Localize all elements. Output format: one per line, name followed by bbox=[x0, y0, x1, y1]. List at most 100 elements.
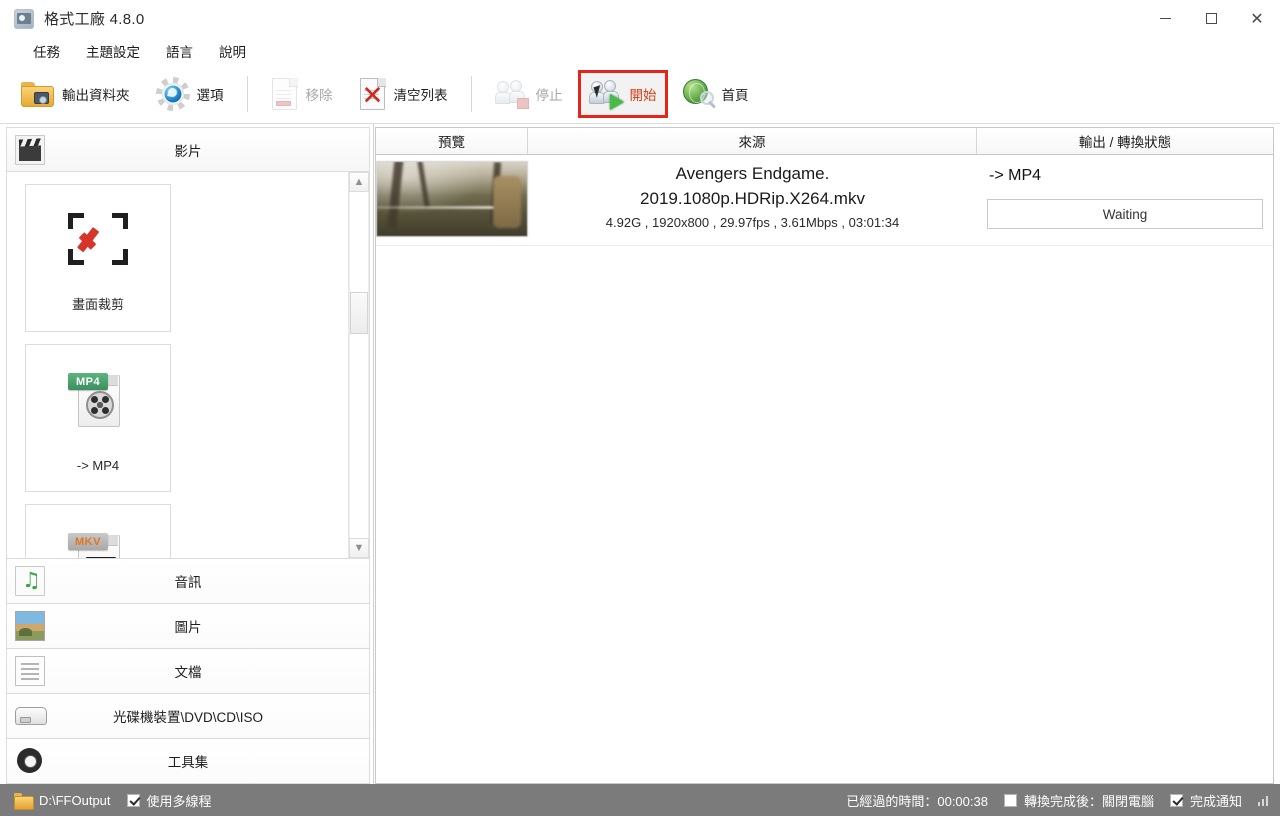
start-button[interactable]: 開始 bbox=[577, 69, 668, 118]
disc-drive-icon bbox=[15, 701, 47, 731]
sidebar-scrollbar[interactable]: ▲ ▼ bbox=[348, 172, 369, 558]
shutdown-checkbox-box[interactable] bbox=[1003, 793, 1017, 807]
output-path-label[interactable]: D:\FFOutput bbox=[39, 793, 111, 808]
sidebar-item-toolbox[interactable]: 工具集 bbox=[6, 739, 370, 784]
video-thumbnail bbox=[376, 161, 528, 237]
source-title-line2: 2019.1080p.HDRip.X264.mkv bbox=[640, 189, 865, 208]
elapsed-time-label: 已經過的時間：00:00:38 bbox=[846, 793, 988, 809]
output-folder-status-icon[interactable] bbox=[14, 792, 34, 810]
multithread-label: 使用多線程 bbox=[146, 793, 212, 809]
remove-file-icon bbox=[271, 77, 299, 110]
shutdown-checkbox[interactable]: 轉換完成後：關閉電腦 bbox=[1003, 791, 1154, 810]
task-list-body: Avengers Endgame. 2019.1080p.HDRip.X264.… bbox=[375, 155, 1274, 784]
menu-item-task[interactable]: 任務 bbox=[24, 38, 69, 64]
mkv-file-icon: MKV bbox=[66, 527, 130, 558]
toolbar-separator-2 bbox=[470, 75, 472, 112]
status-bar-right: 已經過的時間：00:00:38 轉換完成後：關閉電腦 完成通知 bbox=[846, 791, 1272, 810]
audio-icon bbox=[15, 566, 45, 596]
sidebar-item-toolbox-label: 工具集 bbox=[167, 755, 209, 770]
window-title: 格式工廠 4.8.0 bbox=[44, 11, 145, 28]
signal-bars-icon bbox=[1258, 794, 1268, 806]
status-bar: D:\FFOutput 使用多線程 已經過的時間：00:00:38 轉換完成後：… bbox=[0, 784, 1280, 816]
sidebar-item-disc[interactable]: 光碟機裝置\DVD\CD\ISO bbox=[6, 694, 370, 739]
clapperboard-icon bbox=[15, 134, 45, 165]
preset-mp4[interactable]: MP4 -> MP4 bbox=[25, 344, 171, 492]
scroll-down-arrow-icon[interactable]: ▼ bbox=[349, 538, 369, 558]
clear-list-button[interactable]: ✕ 清空列表 bbox=[348, 71, 459, 117]
remove-button[interactable]: 移除 bbox=[260, 71, 344, 117]
scroll-thumb[interactable] bbox=[350, 292, 368, 334]
close-button[interactable]: ✕ bbox=[1234, 0, 1280, 37]
preset-mkv[interactable]: MKV -> MKV bbox=[25, 504, 171, 558]
mp4-file-icon: MP4 bbox=[66, 367, 130, 433]
main-body: 影片 畫面裁剪 MP4 -> MP4 MKV ▲ ▼ ♫ 音訊 圖片 文檔 光碟… bbox=[0, 124, 1280, 784]
output-folder-button[interactable]: 輸出資料夾 bbox=[10, 71, 141, 117]
row-source-cell: Avengers Endgame. 2019.1080p.HDRip.X264.… bbox=[528, 161, 977, 230]
column-header-preview[interactable]: 預覽 bbox=[376, 128, 528, 154]
menu-item-language[interactable]: 語言 bbox=[157, 38, 202, 64]
stop-button[interactable]: 停止 bbox=[484, 71, 574, 117]
options-gear-icon bbox=[155, 76, 190, 111]
multithread-checkbox[interactable]: 使用多線程 bbox=[126, 791, 212, 810]
menu-item-help[interactable]: 說明 bbox=[210, 38, 255, 64]
multithread-checkbox-box[interactable] bbox=[126, 793, 140, 807]
output-folder-label: 輸出資料夾 bbox=[62, 87, 130, 103]
table-row[interactable]: Avengers Endgame. 2019.1080p.HDRip.X264.… bbox=[376, 155, 1273, 246]
sidebar-item-picture-label: 圖片 bbox=[174, 620, 202, 635]
column-header-source[interactable]: 來源 bbox=[528, 128, 977, 154]
options-button[interactable]: 選項 bbox=[145, 71, 235, 117]
minimize-button[interactable] bbox=[1142, 0, 1188, 37]
sidebar-item-disc-label: 光碟機裝置\DVD\CD\ISO bbox=[112, 710, 263, 725]
toolbar-separator-1 bbox=[246, 75, 248, 112]
format-factory-window: 格式工廠 4.8.0 ✕ 任務 主題設定 語言 說明 輸出資料夾 選項 移除 ✕… bbox=[0, 0, 1280, 816]
notify-checkbox[interactable]: 完成通知 bbox=[1169, 791, 1242, 810]
preset-mp4-label: -> MP4 bbox=[76, 458, 120, 473]
options-label: 選項 bbox=[196, 87, 224, 103]
maximize-button[interactable] bbox=[1188, 0, 1234, 37]
output-folder-icon bbox=[21, 80, 55, 108]
sidebar-item-audio-label: 音訊 bbox=[174, 575, 202, 590]
sidebar-header-video[interactable]: 影片 bbox=[6, 127, 370, 172]
preset-crop[interactable]: 畫面裁剪 bbox=[25, 184, 171, 332]
scroll-track[interactable] bbox=[349, 192, 369, 538]
row-output-cell: -> MP4 Waiting bbox=[977, 161, 1273, 229]
toolbar: 輸出資料夾 選項 移除 ✕ 清空列表 停止 開始 首頁 bbox=[0, 64, 1280, 124]
crop-check-icon bbox=[66, 207, 130, 273]
stop-label: 停止 bbox=[535, 87, 563, 103]
preset-scroll-area: 畫面裁剪 MP4 -> MP4 MKV ▲ ▼ bbox=[6, 172, 370, 559]
clear-list-label: 清空列表 bbox=[393, 87, 448, 103]
toolbox-icon bbox=[15, 746, 45, 776]
scroll-up-arrow-icon[interactable]: ▲ bbox=[349, 172, 369, 192]
notify-checkbox-box[interactable] bbox=[1169, 793, 1183, 807]
stop-icon bbox=[494, 79, 529, 109]
row-preview-cell bbox=[376, 161, 528, 237]
window-controls: ✕ bbox=[1142, 0, 1280, 37]
column-header-output[interactable]: 輸出 / 轉換狀態 bbox=[977, 128, 1273, 154]
sidebar-item-audio[interactable]: 音訊 bbox=[6, 559, 370, 604]
title-bar: 格式工廠 4.8.0 ✕ bbox=[0, 0, 1280, 37]
document-icon bbox=[15, 656, 45, 686]
source-title-line1: Avengers Endgame. bbox=[675, 164, 830, 183]
output-format: -> MP4 bbox=[989, 167, 1042, 184]
status-bar-left: D:\FFOutput 使用多線程 bbox=[8, 791, 228, 810]
source-meta: 4.92G , 1920x800 , 29.97fps , 3.61Mbps ,… bbox=[605, 215, 900, 230]
clear-list-icon: ✕ bbox=[359, 77, 387, 110]
sidebar-item-document-label: 文檔 bbox=[174, 665, 202, 680]
sidebar-item-document[interactable]: 文檔 bbox=[6, 649, 370, 694]
mp4-badge: MP4 bbox=[68, 373, 108, 390]
mkv-badge: MKV bbox=[68, 533, 108, 550]
home-label: 首頁 bbox=[721, 87, 749, 103]
remove-label: 移除 bbox=[305, 87, 333, 103]
sidebar-item-picture[interactable]: 圖片 bbox=[6, 604, 370, 649]
sidebar: 影片 畫面裁剪 MP4 -> MP4 MKV ▲ ▼ ♫ 音訊 圖片 文檔 光碟… bbox=[0, 124, 374, 784]
start-label: 開始 bbox=[629, 87, 657, 103]
menu-bar: 任務 主題設定 語言 說明 bbox=[0, 37, 1280, 64]
menu-item-theme[interactable]: 主題設定 bbox=[77, 38, 149, 64]
app-icon bbox=[14, 8, 34, 29]
task-list-panel: 預覽 來源 輸出 / 轉換狀態 Avengers Endgame. 2019.1… bbox=[374, 124, 1280, 784]
preset-list: 畫面裁剪 MP4 -> MP4 MKV bbox=[7, 172, 348, 558]
start-play-icon bbox=[588, 79, 624, 110]
status-badge: Waiting bbox=[987, 199, 1263, 229]
notify-label: 完成通知 bbox=[1189, 793, 1242, 809]
home-button[interactable]: 首頁 bbox=[672, 71, 760, 117]
